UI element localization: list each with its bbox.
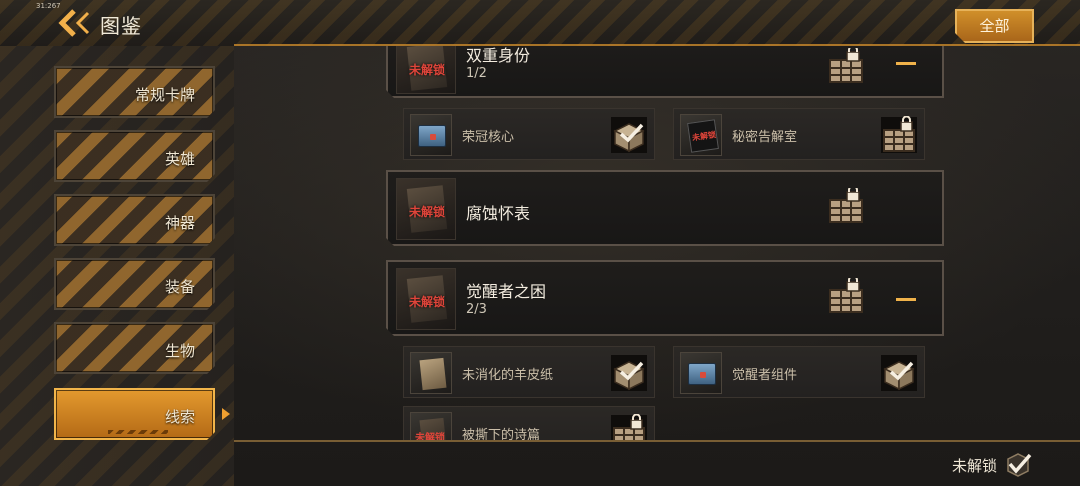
chest-icon	[418, 125, 446, 147]
locked-box-icon	[827, 278, 865, 314]
sub-item-thumbnail	[680, 352, 722, 394]
clue-list[interactable]: 未解锁 双重身份 1/2 荣冠核心 未解锁 秘密告解室 未解锁 腐蚀怀表 未解锁…	[234, 46, 1080, 440]
sidebar-item-label: 英雄	[164, 150, 195, 168]
locked-label: 未解锁	[415, 433, 445, 440]
collected-box-icon	[610, 354, 648, 392]
clue-sub-item[interactable]: 未消化的羊皮纸	[403, 346, 655, 398]
collected-box-icon	[610, 116, 648, 154]
sidebar-item-label: 生物	[164, 342, 195, 360]
locked-box-icon	[880, 115, 918, 154]
document-icon: 未解锁	[687, 119, 719, 153]
clue-sub-item[interactable]: 未解锁 被撕下的诗篇	[403, 406, 655, 440]
sub-item-label: 被撕下的诗篇	[462, 428, 541, 440]
sidebar-item-heroes[interactable]: 英雄	[54, 130, 215, 182]
locked-label: 未解锁	[691, 130, 717, 143]
parchment-icon	[419, 357, 447, 391]
sidebar-item-creatures[interactable]: 生物	[54, 322, 215, 374]
sub-item-thumbnail: 未解锁	[680, 114, 722, 156]
chest-icon	[688, 363, 716, 385]
sidebar-item-label: 常规卡牌	[134, 86, 195, 104]
sub-item-label: 觉醒者组件	[732, 368, 798, 383]
sub-item-thumbnail	[410, 114, 452, 156]
locked-box-icon	[827, 188, 865, 224]
sub-item-label: 荣冠核心	[462, 130, 515, 145]
clue-name: 腐蚀怀表	[466, 204, 531, 223]
sub-item-label: 秘密告解室	[732, 130, 798, 145]
clue-thumbnail: 未解锁	[396, 268, 456, 330]
filter-label: 未解锁	[952, 457, 998, 475]
bottom-divider	[234, 440, 1080, 442]
sidebar-item-cards[interactable]: 常规卡牌	[54, 66, 215, 118]
locked-label: 未解锁	[408, 295, 445, 309]
all-filter-button[interactable]: 全部	[955, 9, 1034, 43]
sidebar-item-label: 装备	[164, 278, 195, 296]
clue-card[interactable]: 未解锁 腐蚀怀表	[386, 170, 944, 246]
sidebar: 常规卡牌 英雄 神器 装备 生物 线索	[0, 46, 234, 486]
back-arrow-icon	[58, 9, 90, 37]
collected-box-icon	[880, 354, 918, 392]
sub-item-thumbnail	[410, 352, 452, 394]
clue-progress: 1/2	[466, 66, 487, 81]
collapse-minus-icon[interactable]	[896, 62, 916, 65]
clue-card[interactable]: 未解锁 双重身份 1/2	[386, 46, 944, 98]
clue-card[interactable]: 未解锁 觉醒者之困 2/3	[386, 260, 944, 336]
clue-name: 觉醒者之困	[466, 282, 547, 301]
status-clock: 31:267	[36, 2, 61, 10]
sidebar-item-label: 线索	[164, 408, 195, 426]
active-indicator-arrow-icon	[222, 408, 230, 420]
locked-label: 未解锁	[408, 205, 445, 219]
locked-box-icon	[610, 413, 648, 440]
sidebar-item-clues[interactable]: 线索	[54, 388, 215, 440]
page-title: 图鉴	[100, 14, 142, 38]
clue-sub-item[interactable]: 荣冠核心	[403, 108, 655, 160]
clue-progress: 2/3	[466, 302, 487, 317]
clue-name: 双重身份	[466, 46, 531, 65]
sidebar-item-label: 神器	[164, 214, 195, 232]
active-stripes	[108, 430, 168, 434]
clue-thumbnail: 未解锁	[396, 46, 456, 94]
locked-label: 未解锁	[408, 63, 445, 77]
sidebar-item-equipment[interactable]: 装备	[54, 258, 215, 310]
clue-thumbnail: 未解锁	[396, 178, 456, 240]
top-bar: 31:267 图鉴 全部	[0, 0, 1080, 46]
sub-item-label: 未消化的羊皮纸	[462, 368, 554, 383]
checkmark-icon[interactable]	[1004, 452, 1032, 478]
locked-box-icon	[827, 48, 865, 84]
sub-item-thumbnail: 未解锁	[410, 412, 452, 440]
sidebar-item-artifacts[interactable]: 神器	[54, 194, 215, 246]
collapse-minus-icon[interactable]	[896, 298, 916, 301]
clue-sub-item[interactable]: 未解锁 秘密告解室	[673, 108, 925, 160]
back-button[interactable]	[58, 8, 96, 38]
clue-sub-item[interactable]: 觉醒者组件	[673, 346, 925, 398]
